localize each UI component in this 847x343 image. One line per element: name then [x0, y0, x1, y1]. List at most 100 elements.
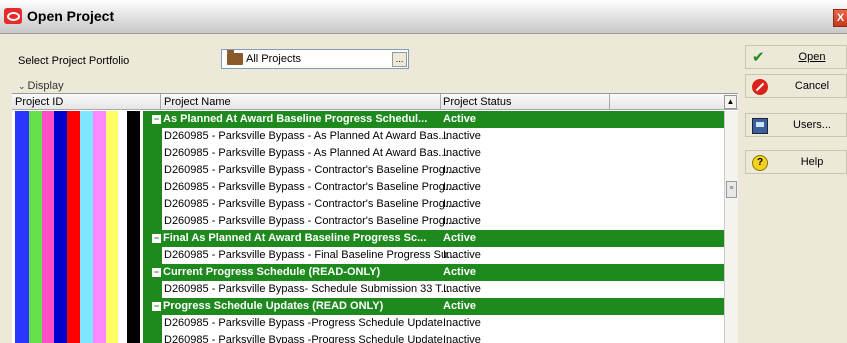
display-label: Display	[27, 80, 64, 92]
project-status: Inactive	[443, 164, 481, 176]
collapse-icon[interactable]: −	[152, 302, 161, 311]
project-name: D260985 - Parksville Bypass - Contractor…	[164, 181, 454, 193]
portfolio-label: Select Project Portfolio	[18, 55, 130, 67]
question-icon: ?	[752, 155, 768, 171]
project-id-color-stripe	[41, 111, 55, 343]
project-row[interactable]: D260985 - Parksville Bypass - As Planned…	[152, 145, 726, 162]
portfolio-value: All Projects	[246, 53, 302, 65]
project-id-color-column	[12, 111, 152, 343]
project-status: Inactive	[443, 249, 481, 261]
group-row[interactable]: − Final As Planned At Award Baseline Prog…	[152, 230, 726, 247]
project-status: Inactive	[443, 283, 481, 295]
stop-icon	[752, 79, 768, 95]
project-id-color-stripe	[67, 111, 80, 343]
project-selection-panel: Select Project Portfolio All Projects ..…	[12, 43, 738, 343]
title-bar: Open Project X	[0, 0, 847, 34]
briefcase-icon	[227, 50, 243, 65]
row-name-text: D260985 - Parksville Bypass - Contractor…	[164, 181, 455, 193]
project-status: Inactive	[443, 215, 481, 227]
project-status: Inactive	[443, 317, 481, 329]
collapse-icon[interactable]: −	[152, 268, 161, 277]
project-name: D260985 - Parksville Bypass - Final Base…	[164, 249, 456, 261]
project-status: Inactive	[443, 147, 481, 159]
project-row[interactable]: D260985 - Parksville Bypass - Final Base…	[152, 247, 726, 264]
column-divider[interactable]	[160, 94, 161, 110]
row-name-text: D260985 - Parksville Bypass- Schedule Su…	[164, 283, 450, 295]
grid-header: Project ID Project Name Project Status ▲	[12, 94, 738, 110]
checkmark-icon: ✔	[752, 49, 765, 66]
group-name: − Current Progress Schedule (READ-ONLY)	[152, 266, 380, 278]
project-row[interactable]: D260985 - Parksville Bypass - Contractor…	[152, 213, 726, 230]
project-name: D260985 - Parksville Bypass -Progress Sc…	[164, 317, 452, 329]
group-name: − Progress Schedule Updates (READ ONLY)	[152, 300, 383, 312]
help-button[interactable]: ? Help	[745, 150, 847, 174]
collapse-icon[interactable]: −	[152, 234, 161, 243]
project-status: Inactive	[443, 181, 481, 193]
close-button[interactable]: X	[833, 9, 847, 27]
group-row[interactable]: − Progress Schedule Updates (READ ONLY) Ac…	[152, 298, 726, 315]
cancel-button[interactable]: Cancel	[745, 74, 847, 98]
row-name-text: D260985 - Parksville Bypass -Progress Sc…	[164, 334, 452, 343]
vertical-scrollbar[interactable]: ≡	[724, 111, 738, 343]
project-row[interactable]: D260985 - Parksville Bypass -Progress Sc…	[152, 315, 726, 332]
row-name-text: D260985 - Parksville Bypass - Final Base…	[164, 249, 457, 261]
project-row[interactable]: D260985 - Parksville Bypass - Contractor…	[152, 196, 726, 213]
group-row[interactable]: − As Planned At Award Baseline Progress S…	[152, 111, 726, 128]
project-id-color-stripe	[92, 111, 106, 343]
project-status: Active	[443, 300, 477, 312]
project-status: Active	[443, 232, 477, 244]
project-id-color-stripe	[143, 111, 152, 343]
column-header-project-id[interactable]: Project ID	[15, 96, 63, 108]
display-toggle[interactable]: ⌄ Display	[18, 80, 64, 92]
project-list: − As Planned At Award Baseline Progress S…	[152, 111, 726, 343]
row-name-text: D260985 - Parksville Bypass -Progress Sc…	[164, 317, 452, 329]
row-name-text: D260985 - Parksville Bypass - Contractor…	[164, 215, 455, 227]
project-id-color-stripe	[14, 111, 29, 343]
row-name-text: As Planned At Award Baseline Progress Sc…	[163, 113, 428, 125]
collapse-icon[interactable]: −	[152, 115, 161, 124]
row-name-text: D260985 - Parksville Bypass - As Planned…	[164, 130, 448, 142]
scroll-up-arrow-icon[interactable]: ▲	[724, 95, 737, 109]
window-title: Open Project	[27, 8, 115, 24]
project-name: D260985 - Parksville Bypass - Contractor…	[164, 215, 454, 227]
project-name: D260985 - Parksville Bypass - As Planned…	[164, 147, 448, 159]
project-row[interactable]: D260985 - Parksville Bypass - Contractor…	[152, 179, 726, 196]
project-status: Active	[443, 266, 477, 278]
project-status: Inactive	[443, 130, 481, 142]
group-name: − As Planned At Award Baseline Progress S…	[152, 113, 427, 125]
row-name-text: Progress Schedule Updates (READ ONLY)	[163, 300, 384, 312]
project-name: D260985 - Parksville Bypass -Progress Sc…	[164, 334, 452, 343]
column-header-project-name[interactable]: Project Name	[164, 96, 231, 108]
project-row[interactable]: D260985 - Parksville Bypass- Schedule Su…	[152, 281, 726, 298]
project-id-color-stripe	[118, 111, 128, 343]
row-name-text: D260985 - Parksville Bypass - Contractor…	[164, 164, 455, 176]
project-row[interactable]: D260985 - Parksville Bypass - Contractor…	[152, 162, 726, 179]
oracle-app-icon	[4, 8, 22, 24]
project-row[interactable]: D260985 - Parksville Bypass -Progress Sc…	[152, 332, 726, 343]
project-status: Inactive	[443, 334, 481, 343]
users-button[interactable]: Users...	[745, 113, 847, 137]
project-status: Active	[443, 113, 477, 125]
chevron-down-icon: ⌄	[18, 81, 26, 91]
project-id-color-stripe	[127, 111, 141, 343]
row-name-text: D260985 - Parksville Bypass - As Planned…	[164, 147, 448, 159]
group-row[interactable]: − Current Progress Schedule (READ-ONLY) Ac…	[152, 264, 726, 281]
column-header-project-status[interactable]: Project Status	[443, 96, 511, 108]
column-divider[interactable]	[609, 94, 610, 110]
project-name: D260985 - Parksville Bypass - As Planned…	[164, 130, 448, 142]
project-id-color-stripe	[105, 111, 119, 343]
project-row[interactable]: D260985 - Parksville Bypass - As Planned…	[152, 128, 726, 145]
row-name-text: Final As Planned At Award Baseline Progr…	[163, 232, 427, 244]
portfolio-selector[interactable]: All Projects ...	[221, 49, 409, 69]
project-name: D260985 - Parksville Bypass - Contractor…	[164, 164, 454, 176]
browse-portfolio-button[interactable]: ...	[392, 52, 407, 67]
monitor-users-icon	[752, 118, 768, 134]
project-grid: Project ID Project Name Project Status ▲…	[12, 93, 738, 343]
project-name: D260985 - Parksville Bypass- Schedule Su…	[164, 283, 450, 295]
cancel-button-label: Cancel	[794, 80, 830, 92]
open-button[interactable]: ✔ Open	[745, 45, 847, 69]
action-buttons-panel: ✔ Open Cancel Users... ? Help	[745, 43, 847, 343]
column-divider[interactable]	[440, 94, 441, 110]
project-name: D260985 - Parksville Bypass - Contractor…	[164, 198, 454, 210]
scrollbar-thumb[interactable]: ≡	[726, 181, 737, 198]
